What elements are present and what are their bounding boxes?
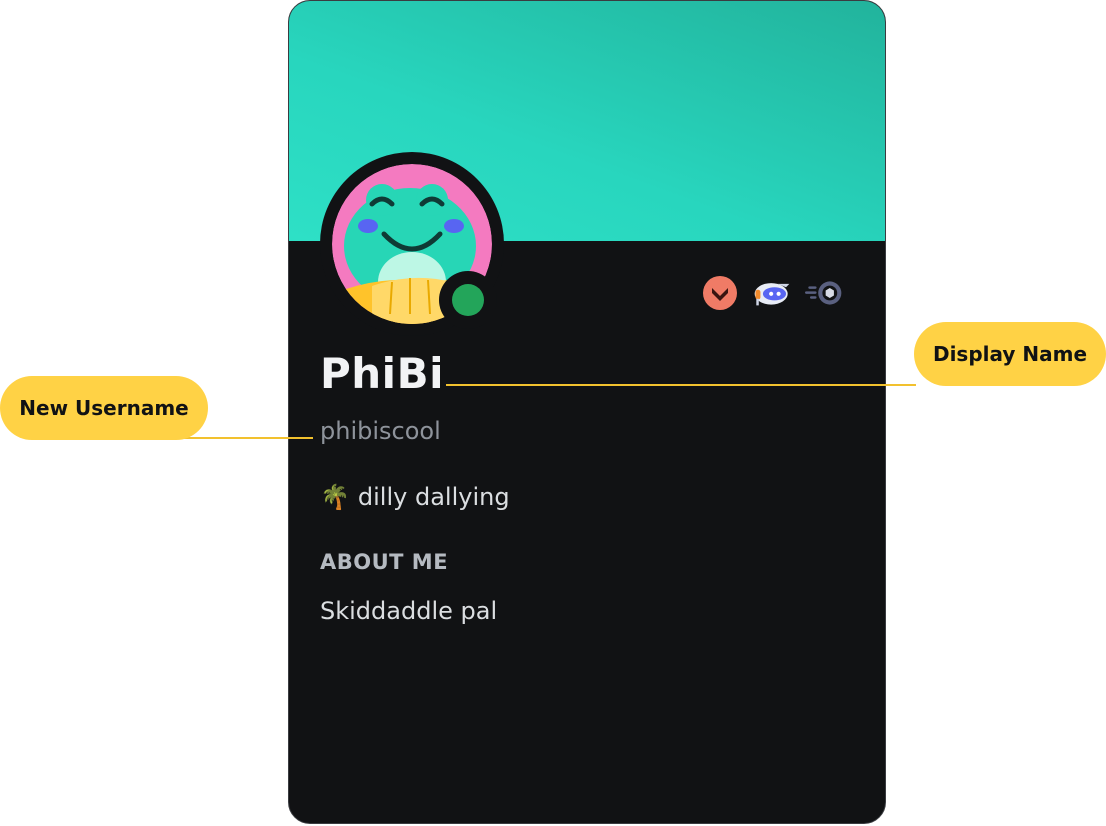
custom-status-text: dilly dallying: [357, 483, 510, 511]
about-me-text: Skiddaddle pal: [320, 597, 498, 625]
username-callout: New Username: [0, 376, 208, 440]
about-me-heading: ABOUT ME: [320, 550, 449, 574]
profile-card: PhiBi phibiscool 🌴 dilly dallying ABOUT …: [288, 0, 886, 824]
username-leader-line: [180, 437, 313, 439]
nitro-boost-icon[interactable]: [805, 274, 843, 312]
palm-tree-icon: 🌴: [320, 483, 350, 511]
display-name-leader-line: [446, 384, 916, 386]
display-name-callout: Display Name: [914, 322, 1106, 386]
online-status-icon: [452, 284, 484, 316]
badge-list: [701, 274, 843, 312]
custom-status: 🌴 dilly dallying: [320, 485, 510, 509]
username: phibiscool: [320, 417, 441, 445]
status-indicator: [439, 271, 497, 329]
hypesquad-balance-icon[interactable]: [701, 274, 739, 312]
annotated-profile-figure: PhiBi phibiscool 🌴 dilly dallying ABOUT …: [0, 0, 1106, 826]
avatar-container[interactable]: [320, 152, 504, 336]
quest-helmet-icon[interactable]: [753, 274, 791, 312]
display-name: PhiBi: [320, 349, 444, 398]
